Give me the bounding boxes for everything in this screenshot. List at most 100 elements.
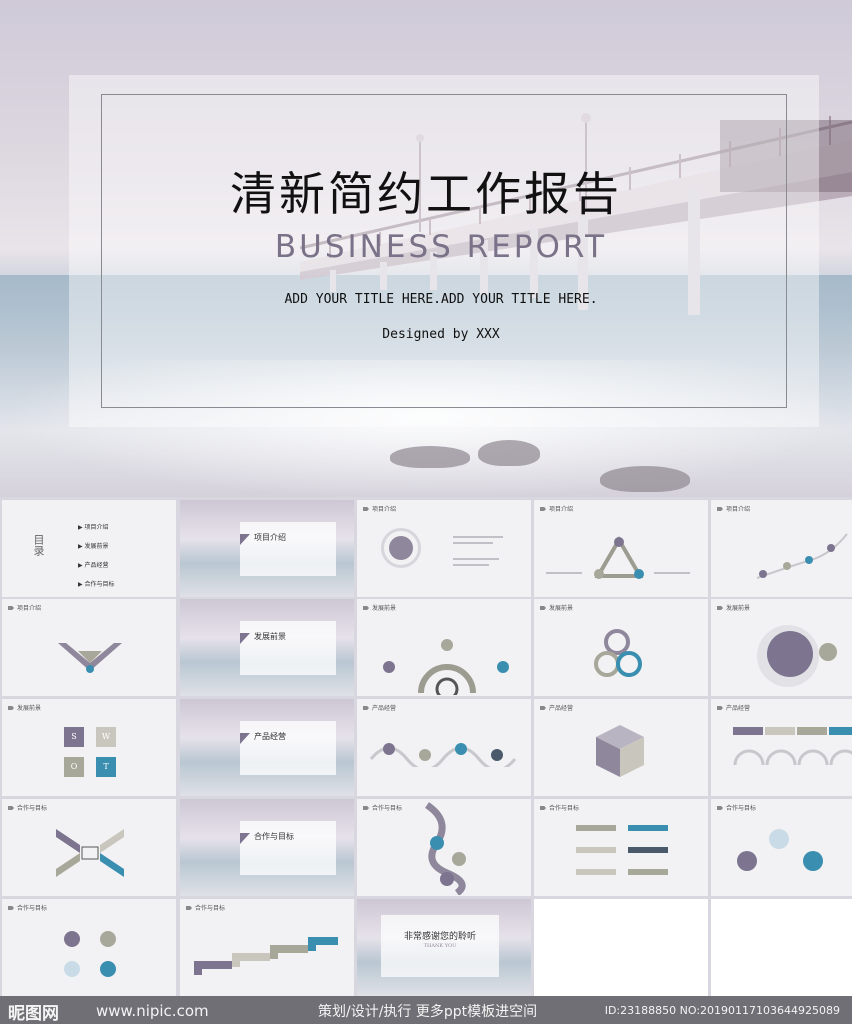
slide-thumb[interactable]: 发展前景 bbox=[711, 599, 852, 696]
stairs-diagram bbox=[194, 937, 338, 975]
section-box: 产品经营 bbox=[240, 721, 336, 775]
slide-heading: 合作与目标 bbox=[8, 903, 47, 912]
label-bar bbox=[628, 825, 668, 831]
slide-heading: 发展前景 bbox=[363, 603, 396, 612]
slide-heading: 发展前景 bbox=[717, 603, 750, 612]
toc-item: ▶ 产品经营 bbox=[78, 562, 109, 569]
gear-icon bbox=[64, 931, 80, 947]
slide-heading: 项目介绍 bbox=[540, 504, 573, 513]
slide-thumb-toc[interactable]: 目录 ▶ 项目介绍 ▶ 发展前景 ▶ 产品经营 ▶ 合作与目标 bbox=[2, 500, 176, 597]
gear-icon bbox=[100, 931, 116, 947]
slide-thumb[interactable]: 合作与目标 bbox=[2, 799, 176, 896]
slide-thumb-section-3[interactable]: 产品经营 bbox=[180, 699, 354, 796]
swot-w: W bbox=[96, 727, 116, 747]
toc-list: ▶ 项目介绍 ▶ 发展前景 ▶ 产品经营 ▶ 合作与目标 bbox=[78, 518, 115, 594]
growth-diagram bbox=[756, 533, 848, 579]
slide-thumb[interactable]: 产品经营 bbox=[534, 699, 708, 796]
slide-thumb[interactable]: 合作与目标 bbox=[2, 899, 176, 996]
empty-cell bbox=[711, 899, 852, 996]
cover-subtitle: BUSINESS REPORT bbox=[274, 229, 608, 265]
step-arrow bbox=[829, 727, 852, 735]
section-title: 合作与目标 bbox=[254, 832, 294, 841]
cube-diagram bbox=[596, 725, 644, 777]
slide-thumb[interactable]: 合作与目标 bbox=[711, 799, 852, 896]
slide-thumb[interactable]: 项目介绍 bbox=[2, 599, 176, 696]
slide-thumb[interactable]: 产品经营 bbox=[357, 699, 531, 796]
gear-diagram bbox=[383, 639, 509, 695]
slide-heading: 产品经营 bbox=[540, 703, 573, 712]
slide-heading: 合作与目标 bbox=[363, 803, 402, 812]
circle bbox=[819, 643, 837, 661]
slide-thumb[interactable]: 项目介绍 bbox=[711, 500, 852, 597]
ring-center bbox=[389, 536, 413, 560]
label-bar bbox=[576, 847, 616, 853]
arc-diagram bbox=[733, 749, 852, 766]
slide-heading: 项目介绍 bbox=[363, 504, 396, 513]
section-box: 发展前景 bbox=[240, 621, 336, 675]
slide-heading: 项目介绍 bbox=[8, 603, 41, 612]
slide-heading: 项目介绍 bbox=[717, 504, 750, 513]
phone-icon bbox=[803, 851, 823, 871]
slide-thumb[interactable]: 合作与目标 bbox=[357, 799, 531, 896]
promo-text: 策划/设计/执行 更多ppt模板进空间 bbox=[318, 1004, 538, 1020]
slide-thumb[interactable]: 合作与目标 bbox=[180, 899, 354, 996]
step-arrow bbox=[797, 727, 827, 735]
thanks-title: 非常感谢您的聆听 bbox=[403, 932, 476, 942]
slide-heading: 发展前景 bbox=[8, 703, 41, 712]
section-box: 合作与目标 bbox=[240, 821, 336, 875]
site-logo: 昵图网 bbox=[8, 1004, 59, 1024]
slide-thumb-section-1[interactable]: 项目介绍 bbox=[180, 500, 354, 597]
label-bar bbox=[576, 869, 616, 875]
label-bar bbox=[628, 869, 668, 875]
slide-thumb[interactable]: 发展前景 bbox=[534, 599, 708, 696]
slide-thumb-thanks[interactable]: 非常感谢您的聆听 THANK YOU bbox=[357, 899, 531, 996]
section-title: 项目介绍 bbox=[254, 533, 286, 542]
section-box: 项目介绍 bbox=[240, 522, 336, 576]
step-arrow bbox=[733, 727, 763, 735]
toc-item: ▶ 项目介绍 bbox=[78, 524, 109, 531]
center-circle bbox=[767, 631, 813, 677]
slide-thumb-section-4[interactable]: 合作与目标 bbox=[180, 799, 354, 896]
site-url: www.nipic.com bbox=[96, 1002, 209, 1020]
slide-thumb[interactable]: 项目介绍 bbox=[534, 500, 708, 597]
slide-heading: 发展前景 bbox=[540, 603, 573, 612]
triangle-diagram bbox=[594, 536, 644, 579]
step-arrow bbox=[765, 727, 795, 735]
slide-heading: 产品经营 bbox=[717, 703, 750, 712]
toc-title: 目录 bbox=[32, 534, 45, 556]
rock bbox=[600, 466, 690, 492]
slide-thumb[interactable]: 合作与目标 bbox=[534, 799, 708, 896]
toc-item: ▶ 合作与目标 bbox=[78, 581, 115, 588]
phone-icon bbox=[737, 851, 757, 871]
swot-t: T bbox=[96, 757, 116, 777]
slide-thumb-swot[interactable]: 发展前景 S W O T bbox=[2, 699, 176, 796]
toc-item: ▶ 发展前景 bbox=[78, 543, 109, 550]
slide-thumb-section-2[interactable]: 发展前景 bbox=[180, 599, 354, 696]
globe-icon bbox=[100, 961, 116, 977]
cover-title: 清新简约工作报告 bbox=[230, 167, 622, 221]
section-title: 发展前景 bbox=[254, 632, 286, 641]
slide-heading: 合作与目标 bbox=[8, 803, 47, 812]
slide-heading: 产品经营 bbox=[363, 703, 396, 712]
pinwheel-diagram bbox=[56, 829, 124, 877]
section-title: 产品经营 bbox=[254, 732, 286, 741]
search-icon bbox=[769, 829, 789, 849]
slide-thumb[interactable]: 发展前景 bbox=[357, 599, 531, 696]
label-bar bbox=[628, 847, 668, 853]
rock bbox=[390, 446, 470, 468]
swot-s: S bbox=[64, 727, 84, 747]
rock bbox=[478, 440, 540, 466]
slide-thumb[interactable]: 产品经营 bbox=[711, 699, 852, 796]
label-bar bbox=[576, 825, 616, 831]
slide-heading: 合作与目标 bbox=[540, 803, 579, 812]
thanks-subtitle: THANK YOU bbox=[423, 943, 457, 949]
slide-heading: 合作与目标 bbox=[186, 903, 225, 912]
cloud-icon bbox=[64, 961, 80, 977]
snake-diagram bbox=[424, 802, 466, 895]
slide-thumb[interactable]: 项目介绍 bbox=[357, 500, 531, 597]
v-diagram bbox=[58, 643, 122, 673]
watermark-bar: 昵图网 www.nipic.com 策划/设计/执行 更多ppt模板进空间 ID… bbox=[0, 996, 852, 1024]
cover-slide: 清新简约工作报告 BUSINESS REPORT ADD YOUR TITLE … bbox=[0, 0, 852, 497]
image-id: ID:23188850 NO:20190117103644925089 bbox=[604, 1004, 840, 1017]
circle bbox=[616, 651, 642, 677]
